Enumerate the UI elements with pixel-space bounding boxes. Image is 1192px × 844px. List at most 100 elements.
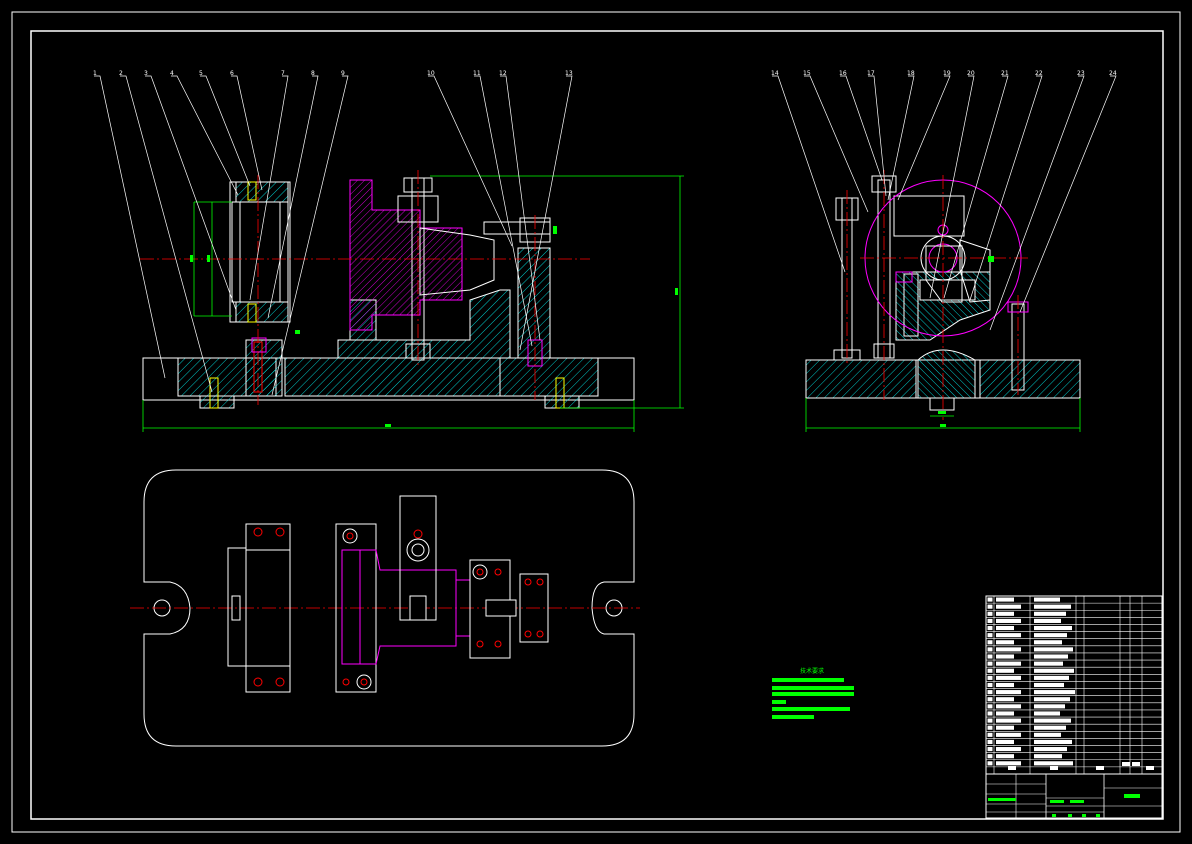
- parts-row-index: [987, 647, 993, 652]
- parts-row-index: [987, 625, 993, 631]
- left-support: [245, 339, 283, 397]
- parts-row-text: [1034, 725, 1066, 730]
- workpiece-front: [349, 179, 463, 331]
- parts-row-text: [1034, 640, 1062, 645]
- parts-row-text: [1034, 682, 1064, 688]
- parts-row-text: [996, 647, 1021, 652]
- balloon-2: 2: [119, 70, 123, 77]
- balloon-20: 20: [967, 70, 975, 77]
- parts-row-index: [987, 718, 993, 723]
- parts-row-text: [996, 661, 1021, 666]
- parts-row-text: [996, 718, 1021, 723]
- parts-row-text: [1034, 633, 1067, 638]
- parts-row-text: [1034, 661, 1063, 666]
- balloon-14: 14: [771, 70, 779, 77]
- balloon-24: 24: [1109, 70, 1117, 77]
- parts-row-text: [1034, 654, 1068, 659]
- parts-row-text: [1034, 754, 1062, 759]
- balloon-7: 7: [281, 70, 285, 77]
- parts-row-text: [996, 732, 1021, 737]
- parts-row-index: [987, 611, 993, 616]
- parts-row-text: [1034, 739, 1072, 745]
- parts-row-text: [996, 704, 1021, 709]
- parts-row-text: [996, 625, 1014, 631]
- inner-border: [30, 30, 1164, 820]
- parts-row-index: [987, 675, 993, 680]
- balloon-23: 23: [1077, 70, 1085, 77]
- technical-notes: 技术要求: [772, 667, 854, 719]
- parts-row-text: [1034, 697, 1070, 702]
- balloon-18: 18: [907, 70, 915, 77]
- parts-row-text: [1034, 675, 1069, 680]
- parts-row-index: [987, 747, 993, 752]
- parts-row-text: [996, 675, 1021, 680]
- parts-row-index: [987, 604, 993, 609]
- balloon-8: 8: [311, 70, 315, 77]
- balloon-12: 12: [499, 70, 507, 77]
- parts-row-text: [996, 739, 1014, 745]
- parts-row-text: [996, 618, 1021, 623]
- parts-row-text: [1034, 732, 1061, 737]
- parts-row-index: [987, 661, 993, 666]
- parts-row-index: [987, 682, 993, 688]
- parts-row-index: [987, 761, 993, 766]
- balloon-6: 6: [230, 70, 234, 77]
- side-balloons: 14 15 16 17 18 19 20 21 22 23 24: [771, 70, 1117, 77]
- parts-row-index: [987, 697, 993, 702]
- parts-row-text: [996, 640, 1014, 645]
- parts-row-text: [1034, 604, 1071, 609]
- outer-border: [11, 11, 1181, 833]
- parts-row-text: [1034, 618, 1061, 623]
- drawing-sheet: 1 2 3 4 5 6 7 8 9 10 11 12 13 14 15 16 1…: [11, 11, 1181, 833]
- parts-row-index: [987, 711, 993, 716]
- balloon-19: 19: [943, 70, 951, 77]
- parts-row-text: [1034, 704, 1065, 709]
- balloon-15: 15: [803, 70, 811, 77]
- parts-row-index: [987, 732, 993, 737]
- parts-row-text: [996, 604, 1021, 609]
- parts-row-text: [1034, 711, 1060, 716]
- title-block: [985, 595, 1163, 819]
- parts-row-text: [1034, 761, 1073, 766]
- parts-row-text: [996, 761, 1021, 766]
- parts-row-index: [987, 668, 993, 673]
- parts-row-index: [987, 754, 993, 759]
- parts-row-index: [987, 618, 993, 623]
- parts-row-text: [1034, 597, 1060, 602]
- parts-row-index: [987, 654, 993, 659]
- parts-row-index: [987, 725, 993, 730]
- front-section-view: 1 2 3 4 5 6 7 8 9 10 11 12 13: [93, 70, 684, 432]
- balloon-11: 11: [473, 70, 481, 77]
- parts-row-index: [987, 640, 993, 645]
- parts-row-text: [996, 697, 1014, 702]
- balloon-22: 22: [1035, 70, 1043, 77]
- front-balloons: 1 2 3 4 5 6 7 8 9 10 11 12 13: [93, 70, 573, 77]
- parts-row-text: [996, 725, 1014, 730]
- balloon-13: 13: [565, 70, 573, 77]
- parts-row-index: [987, 704, 993, 709]
- notes-title: 技术要求: [800, 667, 824, 675]
- balloon-1: 1: [93, 70, 97, 77]
- parts-row-index: [987, 597, 993, 602]
- balloon-4: 4: [170, 70, 174, 77]
- balloon-17: 17: [867, 70, 875, 77]
- parts-row-text: [996, 690, 1021, 695]
- balloon-3: 3: [144, 70, 148, 77]
- balloon-16: 16: [839, 70, 847, 77]
- parts-row-text: [1034, 718, 1071, 723]
- parts-row-index: [987, 739, 993, 745]
- parts-row-text: [1034, 647, 1073, 652]
- balloon-21: 21: [1001, 70, 1009, 77]
- parts-row-text: [996, 611, 1014, 616]
- workpiece-top: [341, 549, 471, 665]
- parts-row-text: [1034, 747, 1067, 752]
- parts-row-text: [1034, 611, 1066, 616]
- parts-row-text: [996, 754, 1014, 759]
- parts-row-text: [1034, 690, 1075, 695]
- parts-row-text: [996, 668, 1014, 673]
- parts-row-text: [996, 597, 1014, 602]
- parts-row-text: [1034, 668, 1074, 673]
- parts-row-text: [996, 654, 1014, 659]
- side-section-view: 14 15 16 17 18 19 20 21 22 23 24: [771, 70, 1117, 432]
- parts-row-text: [996, 682, 1014, 688]
